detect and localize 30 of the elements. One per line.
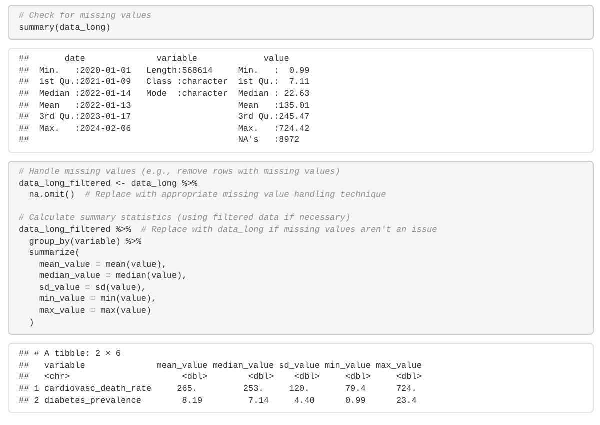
code-comment: # Replace with appropriate missing value handling technique (85, 190, 386, 200)
output-line: ## 3rd Qu.:2023-01-17 3rd Qu.:245.47 (19, 112, 310, 122)
output-line: ## Median :2022-01-14 Mode :character Median : 22.63 (19, 88, 310, 99)
code-comment: # Handle missing values (e.g., remove rows with missing values) (19, 166, 340, 177)
output-line: ## date variable value (19, 54, 290, 64)
code-comment: # Check for missing values (19, 11, 152, 21)
code-comment: # Calculate summary statistics (using filtered data if necessary) (19, 213, 351, 224)
output-line: ## 1st Qu.:2021-01-09 Class :character 1st Qu.: 7.11 (19, 77, 310, 88)
output-line: ## 1 cardiovasc_death_rate 265. 253. 120. 79.4 724. (19, 384, 417, 394)
code-text: sd_value = sd(value), (38, 282, 147, 293)
output-line: ## Max. :2024-02-06 Max. :724.42 (19, 124, 310, 134)
output-line: ## Min. :2020-01-01 Length:568614 Min. : 0.99 (19, 66, 310, 76)
output-line: ## # A tibble: 2 × 6 (19, 349, 122, 360)
code-comment: # Replace with data_long if missing values aren't an issue (141, 224, 438, 235)
code-text: data_long_filtered %>% (19, 224, 132, 235)
code-text: ) (28, 318, 34, 328)
code-text: min_value = min(value), (38, 294, 157, 304)
output-line: ## 2 diabetes_prevalence 8.19 7.14 4.40 0.99 23.4 (19, 396, 417, 406)
output-line: ## NA's :8972 (19, 135, 300, 146)
code-text: summarize( (28, 248, 80, 258)
output-line: ## <chr> <dbl> <dbl> <dbl> <dbl> <dbl> (19, 372, 422, 382)
code-text: group_by(variable) %>% (28, 236, 142, 246)
code-text: data_long_filtered <- data_long %>% (19, 178, 198, 189)
output-line: ## Mean :2022-01-13 Mean :135.01 (19, 100, 310, 111)
code-text: na.omit() (28, 190, 76, 200)
code-text: summary(data_long) (19, 22, 111, 33)
code-text: mean_value = mean(value), (38, 260, 167, 270)
output-line: ## variable mean_value median_value sd_value min_value max_value (19, 360, 422, 371)
code-text: max_value = max(value) (38, 306, 152, 316)
code-text: median_value = median(value), (38, 271, 188, 282)
